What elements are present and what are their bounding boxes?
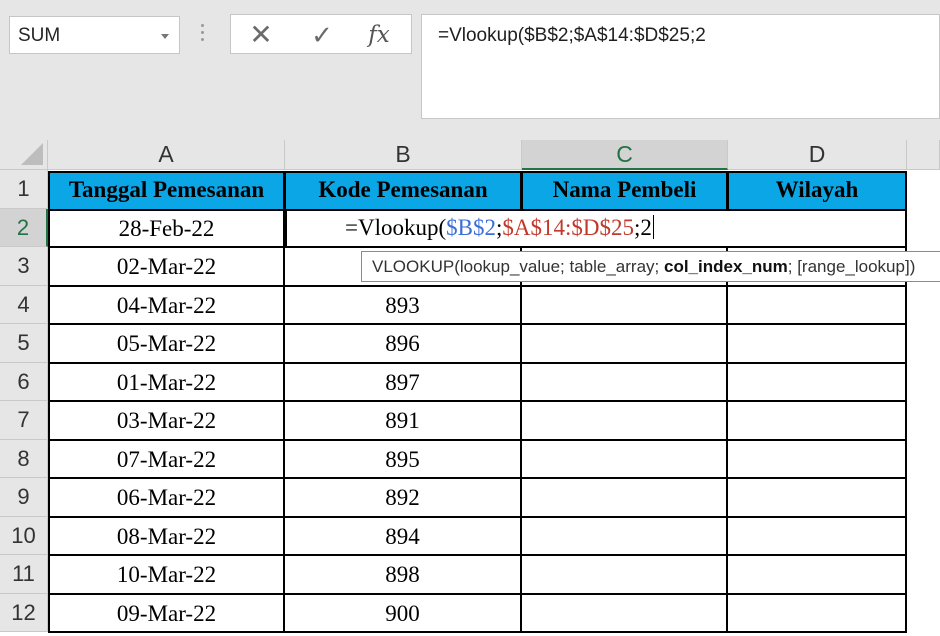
date-cell[interactable]: 09-Mar-22 <box>48 593 285 633</box>
formula-text[interactable]: =Vlookup($B$2;$A$14:$D$25;2 <box>438 25 706 47</box>
code-cell[interactable]: 893 <box>285 285 522 325</box>
select-all-button[interactable] <box>0 140 48 170</box>
code-cell[interactable]: 892 <box>285 478 522 518</box>
column-header-b[interactable]: B <box>285 140 522 170</box>
code-cell[interactable]: 896 <box>285 324 522 364</box>
row-header-6[interactable]: 6 <box>0 362 48 401</box>
empty-cell[interactable] <box>522 555 728 595</box>
table-header-cell[interactable]: Wilayah <box>727 171 907 211</box>
empty-cell[interactable] <box>728 362 907 402</box>
worksheet-grid: ABCD 1 2 3 4 5 6 7 8 9 10 11 12 Tanggal Pemesanan Ko… <box>0 140 940 636</box>
column-header-c[interactable]: C <box>522 140 728 170</box>
text-caret <box>652 215 654 239</box>
empty-cell[interactable] <box>522 516 728 556</box>
cell-edit-text[interactable]: =Vlookup($B$2;$A$14:$D$25;2 <box>345 215 654 241</box>
empty-cell[interactable] <box>522 593 728 633</box>
column-header-d[interactable]: D <box>728 140 907 170</box>
tooltip-before: VLOOKUP(lookup_value; table_array; <box>372 257 664 276</box>
row-header-5[interactable]: 5 <box>0 324 48 363</box>
empty-cell[interactable] <box>728 516 907 556</box>
chevron-down-icon[interactable] <box>161 34 169 39</box>
date-cell[interactable]: 07-Mar-22 <box>48 439 285 479</box>
date-cell[interactable]: 28-Feb-22 <box>48 208 285 248</box>
empty-cell[interactable] <box>728 593 907 633</box>
name-box[interactable]: SUM <box>9 16 180 54</box>
date-cell[interactable]: 02-Mar-22 <box>48 247 285 287</box>
edit-sep2: ;2 <box>634 215 652 240</box>
tooltip-current-arg[interactable]: col_index_num <box>664 257 788 276</box>
row-header-8[interactable]: 8 <box>0 439 48 478</box>
row-header-7[interactable]: 7 <box>0 401 48 440</box>
table-header-cell[interactable]: Nama Pembeli <box>521 171 728 211</box>
tooltip-after: ; [range_lookup]) <box>787 257 916 276</box>
cancel-icon[interactable]: ✕ <box>241 19 281 51</box>
function-tooltip[interactable]: VLOOKUP(lookup_value; table_array; col_i… <box>361 251 940 282</box>
row-header-11[interactable]: 11 <box>0 555 48 594</box>
formula-buttons: ✕ ✓ fx <box>230 14 412 54</box>
empty-cell[interactable] <box>522 285 728 325</box>
edit-prefix: =Vlookup( <box>345 215 447 240</box>
row-header-12[interactable]: 12 <box>0 593 48 632</box>
empty-cell[interactable] <box>522 324 728 364</box>
date-cell[interactable]: 03-Mar-22 <box>48 401 285 441</box>
edit-ref-range: $A$14:$D$25 <box>502 215 634 240</box>
date-cell[interactable]: 06-Mar-22 <box>48 478 285 518</box>
row-header-2[interactable]: 2 <box>0 208 48 247</box>
row-header-10[interactable]: 10 <box>0 516 48 555</box>
name-box-value: SUM <box>18 25 61 46</box>
grip-handle-icon[interactable] <box>201 24 205 44</box>
empty-cell[interactable] <box>522 401 728 441</box>
row-header-1[interactable]: 1 <box>0 170 48 209</box>
date-cell[interactable]: 10-Mar-22 <box>48 555 285 595</box>
empty-cell[interactable] <box>728 285 907 325</box>
row-header-9[interactable]: 9 <box>0 478 48 517</box>
empty-cell[interactable] <box>522 478 728 518</box>
code-cell[interactable]: 891 <box>285 401 522 441</box>
empty-cell[interactable] <box>522 362 728 402</box>
date-cell[interactable]: 01-Mar-22 <box>48 362 285 402</box>
date-cell[interactable]: 04-Mar-22 <box>48 285 285 325</box>
row-header-3[interactable]: 3 <box>0 247 48 286</box>
table-header-cell[interactable]: Kode Pemesanan <box>284 171 522 211</box>
enter-check-icon[interactable]: ✓ <box>302 19 342 51</box>
row-header-4[interactable]: 4 <box>0 285 48 324</box>
code-cell[interactable]: 894 <box>285 516 522 556</box>
column-header-e[interactable] <box>907 140 940 170</box>
code-cell[interactable]: 897 <box>285 362 522 402</box>
empty-cell[interactable] <box>728 401 907 441</box>
date-cell[interactable]: 08-Mar-22 <box>48 516 285 556</box>
table-header-cell[interactable]: Tanggal Pemesanan <box>48 171 285 211</box>
empty-cell[interactable] <box>728 478 907 518</box>
empty-cell[interactable] <box>728 439 907 479</box>
empty-cell[interactable] <box>728 555 907 595</box>
code-cell[interactable]: 900 <box>285 593 522 633</box>
insert-function-icon[interactable]: fx <box>359 19 399 51</box>
code-cell[interactable]: 895 <box>285 439 522 479</box>
column-header-a[interactable]: A <box>48 140 285 170</box>
formula-bar[interactable]: =Vlookup($B$2;$A$14:$D$25;2 <box>421 14 940 119</box>
empty-cell[interactable] <box>522 439 728 479</box>
code-cell[interactable]: 898 <box>285 555 522 595</box>
date-cell[interactable]: 05-Mar-22 <box>48 324 285 364</box>
edit-ref-b2: $B$2 <box>446 215 496 240</box>
empty-cell[interactable] <box>728 324 907 364</box>
